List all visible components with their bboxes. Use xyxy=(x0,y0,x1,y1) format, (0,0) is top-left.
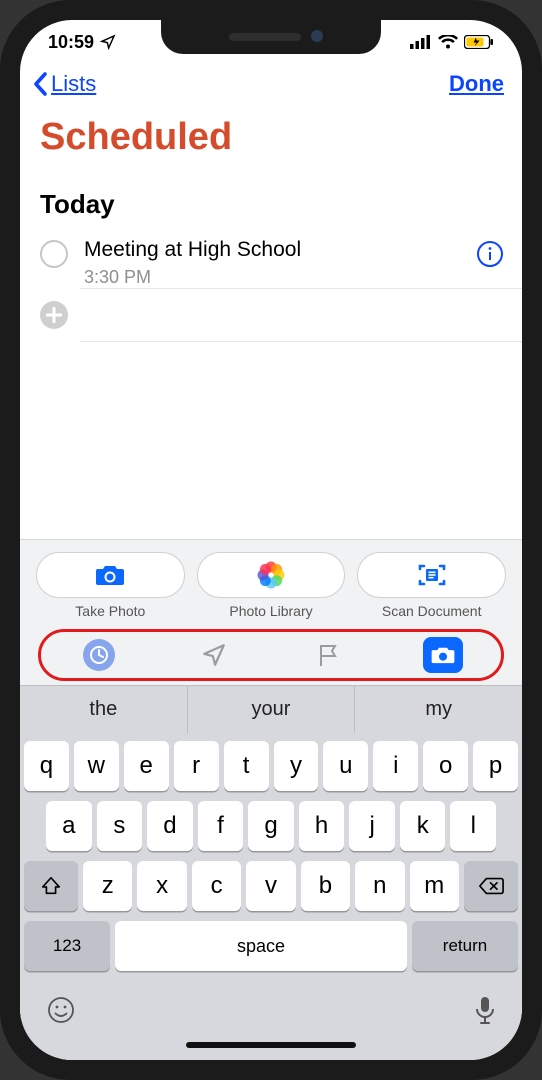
key-b[interactable]: b xyxy=(301,861,350,911)
info-icon xyxy=(476,240,504,268)
cellular-icon xyxy=(410,35,432,49)
key-m[interactable]: m xyxy=(410,861,459,911)
battery-icon xyxy=(464,35,494,49)
reminder-row[interactable]: Meeting at High School 3:30 PM xyxy=(20,226,522,288)
key-h[interactable]: h xyxy=(299,801,345,851)
keyboard-row-1: q w e r t y u i o p xyxy=(24,741,518,791)
keyboard-section: Take Photo Photo Library Scan Document xyxy=(20,539,522,1060)
key-o[interactable]: o xyxy=(423,741,468,791)
home-indicator-area xyxy=(20,1030,522,1060)
key-r[interactable]: r xyxy=(174,741,219,791)
reminder-time: 3:30 PM xyxy=(84,267,460,288)
keyboard: q w e r t y u i o p a s d f g h xyxy=(20,733,522,985)
backspace-key[interactable] xyxy=(464,861,518,911)
key-d[interactable]: d xyxy=(147,801,193,851)
location-services-icon xyxy=(100,34,116,50)
keyboard-bottom-row xyxy=(20,985,522,1030)
key-w[interactable]: w xyxy=(74,741,119,791)
reminder-complete-toggle[interactable] xyxy=(40,240,68,268)
suggestion-bar: the your my xyxy=(20,685,522,733)
key-p[interactable]: p xyxy=(473,741,518,791)
schedule-button[interactable] xyxy=(79,635,119,675)
key-x[interactable]: x xyxy=(137,861,186,911)
return-key[interactable]: return xyxy=(412,921,518,971)
photo-library-button[interactable] xyxy=(197,552,346,598)
back-button[interactable]: Lists xyxy=(30,70,96,98)
key-z[interactable]: z xyxy=(83,861,132,911)
key-f[interactable]: f xyxy=(198,801,244,851)
attachment-labels: Take Photo Photo Library Scan Document xyxy=(20,602,522,625)
reminder-toolbar xyxy=(20,625,522,685)
flag-button[interactable] xyxy=(308,635,348,675)
key-j[interactable]: j xyxy=(349,801,395,851)
page-title: Scheduled xyxy=(20,100,522,169)
numbers-key[interactable]: 123 xyxy=(24,921,110,971)
key-l[interactable]: l xyxy=(450,801,496,851)
space-key[interactable]: space xyxy=(115,921,407,971)
done-button[interactable]: Done xyxy=(449,71,504,97)
key-u[interactable]: u xyxy=(323,741,368,791)
microphone-icon xyxy=(474,995,496,1025)
flag-icon xyxy=(316,642,340,668)
camera-icon xyxy=(94,563,126,587)
nav-bar: Lists Done xyxy=(20,64,522,100)
info-button[interactable] xyxy=(476,240,504,273)
notch xyxy=(161,20,381,54)
home-indicator[interactable] xyxy=(186,1042,356,1048)
key-a[interactable]: a xyxy=(46,801,92,851)
key-t[interactable]: t xyxy=(224,741,269,791)
scan-document-button[interactable] xyxy=(357,552,506,598)
take-photo-label: Take Photo xyxy=(36,603,185,619)
key-y[interactable]: y xyxy=(274,741,319,791)
suggestion-1[interactable]: the xyxy=(20,686,187,733)
key-k[interactable]: k xyxy=(400,801,446,851)
scan-icon xyxy=(417,562,447,588)
photo-library-label: Photo Library xyxy=(197,603,346,619)
attachment-options xyxy=(20,539,522,602)
phone-frame: 10:59 xyxy=(0,0,542,1080)
reminder-title: Meeting at High School xyxy=(84,236,460,263)
key-g[interactable]: g xyxy=(248,801,294,851)
dictation-button[interactable] xyxy=(474,995,496,1030)
clock-icon xyxy=(83,639,115,671)
section-header-today: Today xyxy=(20,169,522,226)
keyboard-row-4: 123 space return xyxy=(24,921,518,971)
scan-document-label: Scan Document xyxy=(357,603,506,619)
add-reminder-row[interactable] xyxy=(20,289,522,341)
key-q[interactable]: q xyxy=(24,741,69,791)
emoji-icon xyxy=(46,995,76,1025)
suggestion-3[interactable]: my xyxy=(354,686,522,733)
screen: 10:59 xyxy=(20,20,522,1060)
location-button[interactable] xyxy=(194,635,234,675)
photo-library-icon xyxy=(257,561,285,589)
key-n[interactable]: n xyxy=(355,861,404,911)
key-v[interactable]: v xyxy=(246,861,295,911)
wifi-icon xyxy=(438,35,458,49)
key-s[interactable]: s xyxy=(97,801,143,851)
location-icon xyxy=(201,642,227,668)
suggestion-2[interactable]: your xyxy=(187,686,355,733)
key-i[interactable]: i xyxy=(373,741,418,791)
take-photo-button[interactable] xyxy=(36,552,185,598)
plus-icon xyxy=(40,301,68,329)
status-time: 10:59 xyxy=(48,32,94,53)
keyboard-row-3: z x c v b n m xyxy=(24,861,518,911)
camera-button[interactable] xyxy=(423,635,463,675)
shift-key[interactable] xyxy=(24,861,78,911)
camera-icon xyxy=(423,637,463,673)
backspace-icon xyxy=(478,876,504,896)
shift-icon xyxy=(40,875,62,897)
chevron-left-icon xyxy=(30,70,50,98)
key-e[interactable]: e xyxy=(124,741,169,791)
back-label: Lists xyxy=(51,71,96,97)
key-c[interactable]: c xyxy=(192,861,241,911)
emoji-button[interactable] xyxy=(46,995,76,1030)
keyboard-row-2: a s d f g h j k l xyxy=(24,801,518,851)
